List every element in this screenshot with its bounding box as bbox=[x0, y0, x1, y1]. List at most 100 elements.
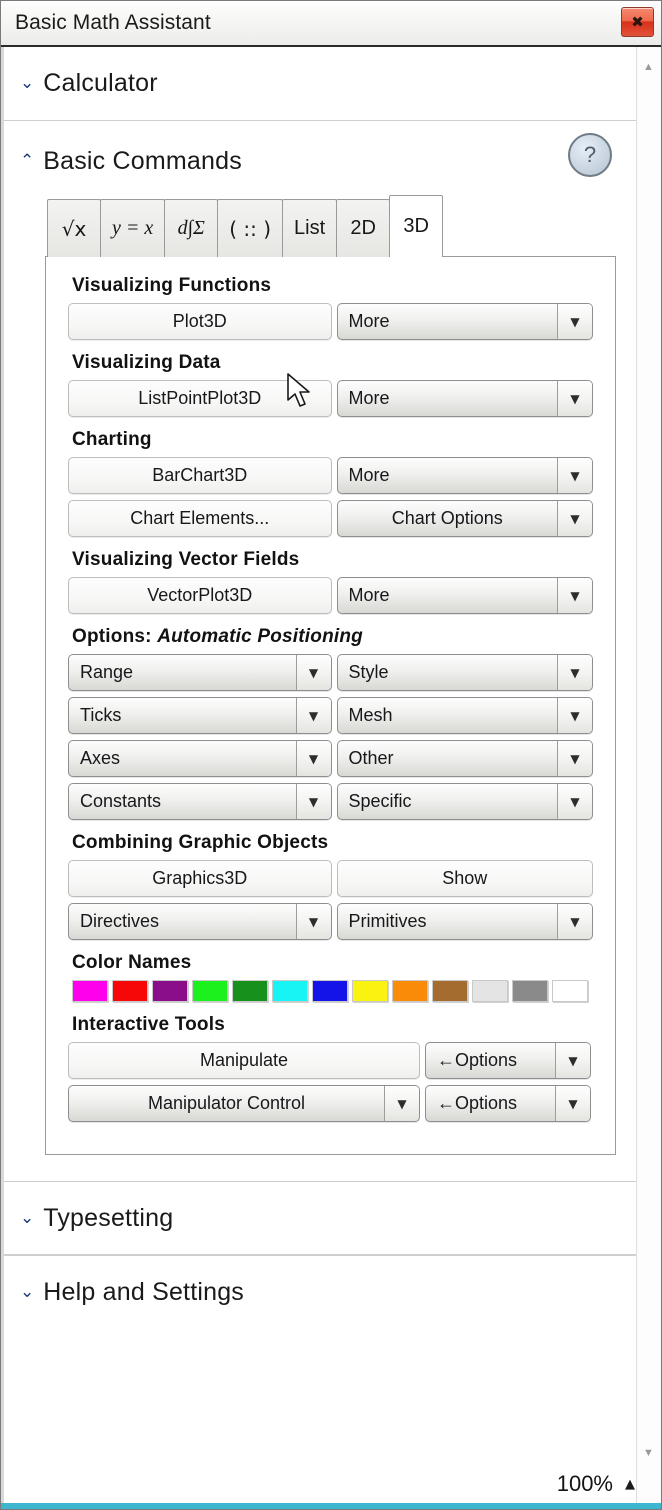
title-bar: Basic Math Assistant ✖ bbox=[1, 1, 661, 47]
chevron-down-icon[interactable]: ▼ bbox=[295, 784, 331, 819]
vertical-scrollbar[interactable]: ▲ ▼ bbox=[636, 47, 661, 1509]
style-dropdown[interactable]: Style ▼ bbox=[336, 654, 593, 691]
chevron-down-icon[interactable]: ▼ bbox=[557, 578, 592, 613]
section-header-typesetting[interactable]: ⌄ Typesetting bbox=[4, 1181, 636, 1255]
chart-elements-button[interactable]: Chart Elements... bbox=[68, 500, 332, 537]
color-swatch-list bbox=[72, 980, 593, 1002]
group-heading-interactive-tools: Interactive Tools bbox=[72, 1014, 225, 1035]
directives-dropdown[interactable]: Directives ▼ bbox=[68, 903, 332, 940]
section-header-calculator[interactable]: ⌄ Calculator bbox=[4, 47, 636, 121]
chevron-down-icon[interactable]: ▼ bbox=[295, 904, 331, 939]
chevron-down-icon[interactable]: ▼ bbox=[557, 304, 592, 339]
manipulator-control-dropdown[interactable]: Manipulator Control ▼ bbox=[68, 1085, 420, 1122]
chevron-down-icon[interactable]: ▼ bbox=[557, 904, 592, 939]
color-swatch-lightgray[interactable] bbox=[472, 980, 508, 1002]
zoom-caret-icon[interactable]: ▲ bbox=[625, 1477, 635, 1492]
row-interactive-2: Manipulator Control ▼ ←Options ▼ bbox=[68, 1085, 593, 1122]
axes-dropdown[interactable]: Axes ▼ bbox=[68, 740, 332, 777]
help-button[interactable]: ? bbox=[568, 133, 612, 177]
chevron-down-icon[interactable]: ▼ bbox=[557, 698, 592, 733]
chevron-down-icon: ⌄ bbox=[20, 1282, 35, 1302]
chevron-down-icon[interactable]: ▼ bbox=[557, 784, 592, 819]
color-swatch-white[interactable] bbox=[552, 980, 588, 1002]
vectorplot3d-button[interactable]: VectorPlot3D bbox=[68, 577, 332, 614]
manipulator-options-dropdown[interactable]: ←Options ▼ bbox=[425, 1085, 591, 1122]
range-dropdown[interactable]: Range ▼ bbox=[68, 654, 332, 691]
constants-dropdown[interactable]: Constants ▼ bbox=[68, 783, 332, 820]
color-swatch-darkgreen[interactable] bbox=[232, 980, 268, 1002]
manipulator-control-label: Manipulator Control bbox=[147, 1093, 306, 1113]
other-label: Other bbox=[348, 748, 394, 768]
specific-label: Specific bbox=[348, 791, 412, 811]
tab-3d[interactable]: 3D bbox=[389, 195, 444, 257]
show-button[interactable]: Show bbox=[336, 860, 593, 897]
section-title-typesetting: Typesetting bbox=[43, 1203, 174, 1232]
visualizing-data-more-label: More bbox=[348, 388, 390, 408]
section-header-help-settings[interactable]: ⌄ Help and Settings bbox=[4, 1255, 636, 1329]
zoom-level[interactable]: 100% bbox=[557, 1471, 613, 1497]
tab-2d-label: 2D bbox=[350, 217, 376, 239]
chevron-down-icon[interactable]: ▼ bbox=[295, 655, 331, 690]
color-swatch-cyan[interactable] bbox=[272, 980, 308, 1002]
color-swatch-gray[interactable] bbox=[512, 980, 548, 1002]
chevron-down-icon[interactable]: ▼ bbox=[557, 501, 592, 536]
primitives-dropdown[interactable]: Primitives ▼ bbox=[336, 903, 593, 940]
vector-fields-more-dropdown[interactable]: More ▼ bbox=[336, 577, 593, 614]
tab-matrix[interactable]: ( :: ) bbox=[217, 199, 284, 257]
chevron-down-icon[interactable]: ▼ bbox=[555, 1043, 590, 1078]
barchart3d-button[interactable]: BarChart3D bbox=[68, 457, 332, 494]
scroll-down-arrow-icon[interactable]: ▼ bbox=[640, 1445, 657, 1461]
chart-options-dropdown[interactable]: Chart Options ▼ bbox=[336, 500, 593, 537]
chevron-down-icon[interactable]: ▼ bbox=[384, 1086, 419, 1121]
question-mark-icon: ? bbox=[583, 142, 597, 167]
chevron-down-icon[interactable]: ▼ bbox=[557, 655, 592, 690]
color-swatch-orange[interactable] bbox=[392, 980, 428, 1002]
commands-tab-panel: √x y = x d∫Σ ( :: ) List 2D 3D Visualizi… bbox=[45, 195, 616, 1155]
tab-sqrt[interactable]: √x bbox=[47, 199, 101, 257]
close-button[interactable]: ✖ bbox=[621, 7, 654, 37]
color-swatch-brown[interactable] bbox=[432, 980, 468, 1002]
chevron-down-icon[interactable]: ▼ bbox=[295, 741, 331, 776]
manipulate-options-label: ←Options bbox=[437, 1050, 518, 1070]
color-swatch-blue[interactable] bbox=[312, 980, 348, 1002]
visualizing-functions-more-dropdown[interactable]: More ▼ bbox=[336, 303, 593, 340]
listpointplot3d-button[interactable]: ListPointPlot3D bbox=[68, 380, 332, 417]
section-header-basic-commands[interactable]: ⌃ Basic Commands ? bbox=[4, 121, 636, 195]
tab-3d-label: 3D bbox=[403, 215, 429, 237]
color-swatch-red[interactable] bbox=[112, 980, 148, 1002]
chevron-down-icon[interactable]: ▼ bbox=[557, 381, 592, 416]
tab-list[interactable]: List bbox=[282, 199, 338, 257]
chevron-down-icon[interactable]: ▼ bbox=[555, 1086, 590, 1121]
specific-dropdown[interactable]: Specific ▼ bbox=[336, 783, 593, 820]
row-visualizing-data: ListPointPlot3D More ▼ bbox=[68, 380, 593, 417]
manipulate-options-dropdown[interactable]: ←Options ▼ bbox=[425, 1042, 591, 1079]
ticks-dropdown[interactable]: Ticks ▼ bbox=[68, 697, 332, 734]
plot3d-button[interactable]: Plot3D bbox=[68, 303, 332, 340]
row-interactive-1: Manipulate ←Options ▼ bbox=[68, 1042, 593, 1079]
chevron-down-icon[interactable]: ▼ bbox=[557, 741, 592, 776]
visualizing-data-more-dropdown[interactable]: More ▼ bbox=[336, 380, 593, 417]
graphics3d-button[interactable]: Graphics3D bbox=[68, 860, 332, 897]
tab-calculus[interactable]: d∫Σ bbox=[164, 199, 219, 257]
mesh-dropdown[interactable]: Mesh ▼ bbox=[336, 697, 593, 734]
charting-more-dropdown[interactable]: More ▼ bbox=[336, 457, 593, 494]
color-swatch-purple[interactable] bbox=[152, 980, 188, 1002]
scroll-up-arrow-icon[interactable]: ▲ bbox=[640, 59, 657, 75]
other-dropdown[interactable]: Other ▼ bbox=[336, 740, 593, 777]
manipulate-button[interactable]: Manipulate bbox=[68, 1042, 420, 1079]
tab-2d[interactable]: 2D bbox=[336, 199, 391, 257]
chevron-down-icon[interactable]: ▼ bbox=[295, 698, 331, 733]
chart-options-label: Chart Options bbox=[391, 508, 503, 528]
group-heading-vector-fields: Visualizing Vector Fields bbox=[72, 549, 300, 570]
primitives-label: Primitives bbox=[348, 911, 427, 931]
color-swatch-green[interactable] bbox=[192, 980, 228, 1002]
window-title: Basic Math Assistant bbox=[15, 11, 211, 34]
color-swatch-magenta[interactable] bbox=[72, 980, 108, 1002]
close-icon: ✖ bbox=[631, 12, 644, 31]
chevron-up-icon: ⌃ bbox=[20, 150, 35, 171]
tab-equation[interactable]: y = x bbox=[100, 199, 166, 257]
color-swatch-yellow[interactable] bbox=[352, 980, 388, 1002]
range-label: Range bbox=[80, 662, 134, 682]
scrollbar-track[interactable] bbox=[639, 47, 659, 1509]
chevron-down-icon[interactable]: ▼ bbox=[557, 458, 592, 493]
